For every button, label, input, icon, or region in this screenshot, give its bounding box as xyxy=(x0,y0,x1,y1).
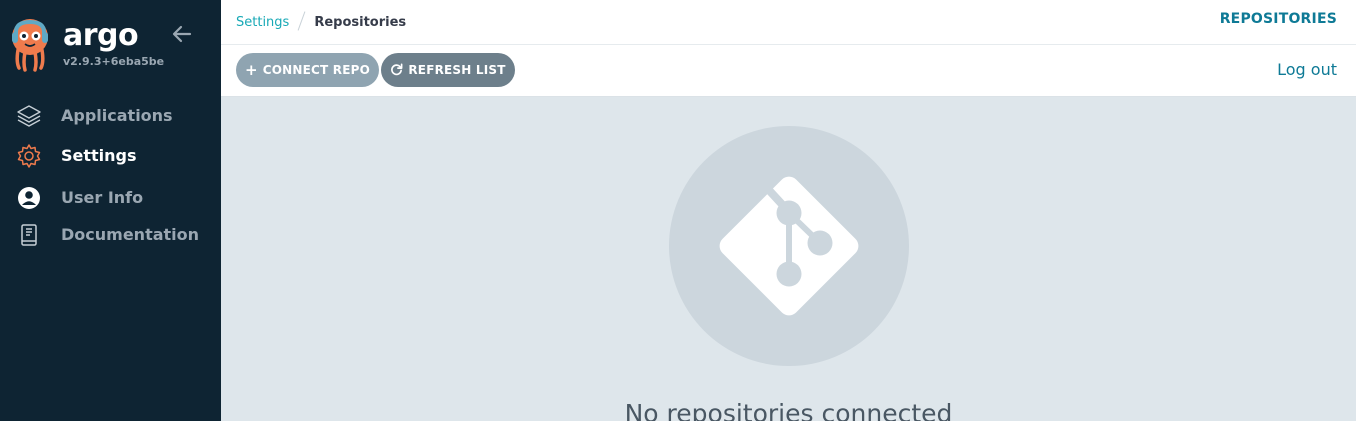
breadcrumb: Settings Repositories xyxy=(236,11,406,31)
brand-name: argo xyxy=(63,18,139,53)
sidebar-item-documentation[interactable]: Documentation xyxy=(0,217,221,253)
refresh-icon xyxy=(390,63,403,78)
connect-repo-button[interactable]: + CONNECT REPO xyxy=(236,53,379,87)
gear-icon xyxy=(16,143,42,169)
main-content: No repositories connected xyxy=(221,97,1356,421)
toolbar: + CONNECT REPO REFRESH LIST Log out xyxy=(221,45,1356,97)
sidebar-item-applications[interactable]: Applications xyxy=(0,98,221,134)
top-bar: Settings Repositories REPOSITORIES xyxy=(221,0,1356,45)
logout-link[interactable]: Log out xyxy=(1277,60,1337,79)
breadcrumb-settings-link[interactable]: Settings xyxy=(236,15,289,30)
breadcrumb-current: Repositories xyxy=(314,15,407,30)
arrow-left-icon xyxy=(172,25,192,43)
empty-state-illustration xyxy=(669,126,909,366)
breadcrumb-separator xyxy=(297,11,306,31)
brand-version: v2.9.3+6eba5be xyxy=(63,55,165,68)
empty-state-message: No repositories connected xyxy=(624,399,953,421)
collapse-sidebar-button[interactable] xyxy=(170,22,194,46)
sidebar-item-label: User Info xyxy=(61,188,144,207)
connect-repo-label: CONNECT REPO xyxy=(262,63,371,77)
refresh-list-label: REFRESH LIST xyxy=(408,63,506,77)
refresh-list-button[interactable]: REFRESH LIST xyxy=(381,53,515,87)
plus-icon: + xyxy=(244,60,258,79)
git-icon xyxy=(719,176,859,316)
book-icon xyxy=(16,222,42,248)
sidebar-item-settings[interactable]: Settings xyxy=(0,138,221,174)
app-root: argo v2.9.3+6eba5be Applications Setting… xyxy=(0,0,1356,421)
argo-logo-icon xyxy=(10,18,50,72)
sidebar-item-label: Applications xyxy=(61,106,173,125)
sidebar: argo v2.9.3+6eba5be Applications Setting… xyxy=(0,0,221,421)
user-circle-icon xyxy=(16,185,42,211)
page-title: REPOSITORIES xyxy=(1219,11,1337,27)
layers-icon xyxy=(16,103,42,129)
sidebar-item-user-info[interactable]: User Info xyxy=(0,180,221,216)
sidebar-item-label: Settings xyxy=(61,146,137,165)
sidebar-item-label: Documentation xyxy=(61,225,200,244)
